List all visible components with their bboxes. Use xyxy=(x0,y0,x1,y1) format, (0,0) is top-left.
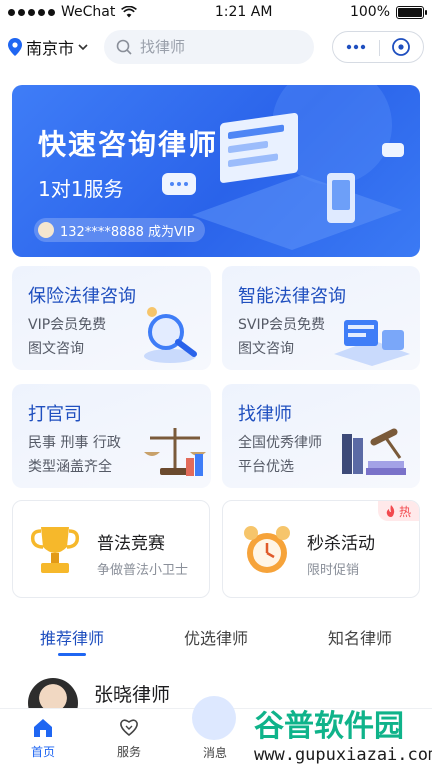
card-subtitle: 民事 刑事 行政 xyxy=(28,435,121,451)
search-icon xyxy=(116,39,132,55)
smart-consult-card[interactable]: 智能法律咨询 SVIP会员免费 图文咨询 xyxy=(222,266,420,370)
status-bar: WeChat 1:21 AM 100% xyxy=(0,0,432,24)
card-subtitle: 限时促销 xyxy=(307,563,360,578)
city-label: 南京市 xyxy=(26,39,75,58)
card-subtitle: VIP会员免费 xyxy=(28,317,107,333)
chevron-down-icon xyxy=(78,44,88,51)
card-title: 秒杀活动 xyxy=(307,534,375,554)
city-selector[interactable]: 南京市 xyxy=(8,35,104,59)
top-nav: 南京市 xyxy=(0,24,432,70)
user-avatar-icon xyxy=(38,222,54,238)
card-title: 智能法律咨询 xyxy=(238,286,346,307)
carrier-label: WeChat xyxy=(61,4,116,20)
miniapp-capsule xyxy=(332,31,424,63)
tab-preferred[interactable]: 优选律师 xyxy=(144,612,288,662)
watermark-logo: 谷普软件园 www.gupuxiazai.com xyxy=(253,708,432,765)
nav-home[interactable]: 首页 xyxy=(0,709,86,768)
assistant-robot-icon[interactable] xyxy=(192,696,236,740)
more-icon[interactable] xyxy=(346,44,366,50)
card-subtitle: SVIP会员免费 xyxy=(238,317,326,333)
card-subtitle: 图文咨询 xyxy=(238,341,294,357)
flash-sale-card[interactable]: 热 秒杀活动 限时促销 xyxy=(222,500,420,598)
wifi-icon xyxy=(121,6,138,18)
trophy-icon xyxy=(30,527,80,573)
banner-title: 快速咨询律师 xyxy=(38,128,219,161)
card-subtitle: 争做普法小卫士 xyxy=(97,563,189,578)
alarm-clock-icon xyxy=(244,526,290,573)
lawyer-tabs: 推荐律师 优选律师 知名律师 xyxy=(0,612,432,662)
card-subtitle: 图文咨询 xyxy=(28,341,84,357)
search-input[interactable] xyxy=(140,38,290,56)
tab-famous[interactable]: 知名律师 xyxy=(288,612,432,662)
find-lawyer-card[interactable]: 找律师 全国优秀律师 平台优选 xyxy=(222,384,420,488)
home-icon xyxy=(34,719,52,737)
hot-badge: 热 xyxy=(377,501,419,521)
vip-upgrade-pill[interactable]: 132****8888 成为VIP xyxy=(34,218,205,242)
search-box[interactable] xyxy=(104,30,314,64)
watermark-url: www.gupuxiazai.com xyxy=(254,745,432,765)
lawsuit-card[interactable]: 打官司 民事 刑事 行政 类型涵盖齐全 xyxy=(12,384,211,488)
battery-percent: 100% xyxy=(349,4,390,20)
card-title: 找律师 xyxy=(238,404,292,425)
tab-recommended[interactable]: 推荐律师 xyxy=(0,612,144,662)
card-subtitle: 平台优选 xyxy=(238,459,294,475)
location-pin-icon xyxy=(8,38,22,56)
card-title: 普法竞赛 xyxy=(97,534,165,554)
books-gavel-illustration-icon xyxy=(342,428,406,475)
card-subtitle: 全国优秀律师 xyxy=(238,435,322,451)
banner-subtitle: 1对1服务 xyxy=(38,177,124,201)
lawyer-name: 张晓律师 xyxy=(94,683,171,706)
law-contest-card[interactable]: 普法竞赛 争做普法小卫士 xyxy=(12,500,210,598)
card-title: 保险法律咨询 xyxy=(28,286,136,307)
promo-banner[interactable]: 快速咨询律师 1对1服务 132****8888 成为VIP xyxy=(12,85,420,257)
watermark-title: 谷普软件园 xyxy=(254,709,404,744)
close-miniapp-icon[interactable] xyxy=(391,37,411,57)
card-subtitle: 类型涵盖齐全 xyxy=(28,459,112,475)
insurance-consult-card[interactable]: 保险法律咨询 VIP会员免费 图文咨询 xyxy=(12,266,211,370)
magnifier-illustration-icon xyxy=(144,307,197,363)
clock: 1:21 AM xyxy=(214,4,273,20)
vip-text: 132****8888 成为VIP xyxy=(60,224,195,240)
signal-icon xyxy=(8,8,55,16)
heart-hands-icon xyxy=(120,719,138,737)
scales-illustration-icon xyxy=(144,428,206,476)
screens-illustration-icon xyxy=(334,320,410,366)
nav-service[interactable]: 服务 xyxy=(86,709,172,768)
card-title: 打官司 xyxy=(28,404,82,425)
battery-icon xyxy=(396,5,427,19)
flame-icon xyxy=(386,505,395,517)
